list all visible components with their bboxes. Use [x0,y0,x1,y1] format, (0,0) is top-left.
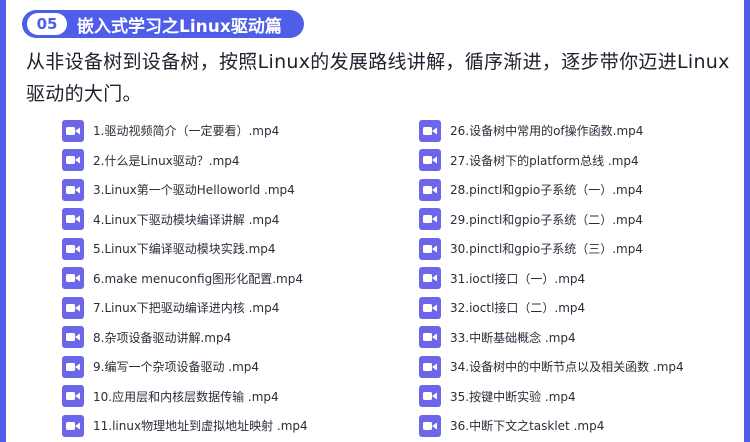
video-file-item[interactable]: 32.ioctl接口（二）.mp4 [419,293,684,323]
video-file-icon [62,414,84,437]
video-file-item[interactable]: 28.pinctl和gpio子系统（一）.mp4 [419,175,684,205]
video-file-item[interactable]: 31.ioctl接口（一）.mp4 [419,264,684,294]
file-name: 29.pinctl和gpio子系统（二）.mp4 [450,212,643,227]
video-file-icon [62,237,84,260]
file-name: 30.pinctl和gpio子系统（三）.mp4 [450,242,643,257]
file-list-left: 1.驱动视频简介（一定要看）.mp4 2.什么是Linux驱动？.mp4 3.Lin… [62,116,308,441]
video-file-icon [62,178,84,201]
file-name: 8.杂项设备驱动讲解.mp4 [93,330,232,345]
video-file-icon [419,119,441,142]
file-name: 36.中断下文之tasklet .mp4 [450,419,605,434]
video-file-icon [419,326,441,349]
left-border [0,0,6,442]
video-file-icon [419,355,441,378]
video-file-icon [419,178,441,201]
video-file-item[interactable]: 2.什么是Linux驱动？.mp4 [62,146,308,176]
video-file-icon [419,267,441,290]
video-file-item[interactable]: 26.设备树中常用的of操作函数.mp4 [419,116,684,146]
video-file-icon [62,355,84,378]
video-file-item[interactable]: 27.设备树下的platform总线 .mp4 [419,146,684,176]
video-file-icon [62,267,84,290]
file-name: 33.中断基础概念 .mp4 [450,330,576,345]
video-file-item[interactable]: 8.杂项设备驱动讲解.mp4 [62,323,308,353]
file-name: 10.应用层和内核层数据传输 .mp4 [93,389,279,404]
video-file-item[interactable]: 7.Linux下把驱动编译进内核 .mp4 [62,293,308,323]
file-name: 5.Linux下编译驱动模块实践.mp4 [93,242,276,257]
video-file-item[interactable]: 5.Linux下编译驱动模块实践.mp4 [62,234,308,264]
video-file-icon [62,296,84,319]
video-file-icon [419,237,441,260]
file-name: 28.pinctl和gpio子系统（一）.mp4 [450,183,643,198]
video-file-icon [62,208,84,231]
video-file-item[interactable]: 10.应用层和内核层数据传输 .mp4 [62,382,308,412]
video-file-icon [62,385,84,408]
file-name: 31.ioctl接口（一）.mp4 [450,271,586,286]
video-file-item[interactable]: 3.Linux第一个驱动Helloworld .mp4 [62,175,308,205]
section-header: 05 嵌入式学习之Linux驱动篇 [22,10,304,38]
file-name: 27.设备树下的platform总线 .mp4 [450,153,639,168]
file-name: 11.linux物理地址到虚拟地址映射 .mp4 [93,419,308,434]
video-file-item[interactable]: 11.linux物理地址到虚拟地址映射 .mp4 [62,411,308,441]
video-file-item[interactable]: 30.pinctl和gpio子系统（三）.mp4 [419,234,684,264]
video-file-icon [419,296,441,319]
video-file-icon [419,208,441,231]
video-file-item[interactable]: 29.pinctl和gpio子系统（二）.mp4 [419,205,684,235]
file-list-right: 26.设备树中常用的of操作函数.mp4 27.设备树下的platform总线 .… [419,116,684,441]
video-file-icon [62,149,84,172]
file-name: 1.驱动视频简介（一定要看）.mp4 [93,124,280,139]
file-name: 32.ioctl接口（二）.mp4 [450,301,586,316]
section-description: 从非设备树到设备树，按照Linux的发展路线讲解，循序渐进，逐步带你迈进Linu… [26,51,730,105]
file-name: 26.设备树中常用的of操作函数.mp4 [450,124,644,139]
video-file-item[interactable]: 1.驱动视频简介（一定要看）.mp4 [62,116,308,146]
video-file-item[interactable]: 34.设备树中的中断节点以及相关函数 .mp4 [419,352,684,382]
file-name: 35.按键中断实验 .mp4 [450,389,576,404]
file-name: 4.Linux下驱动模块编译讲解 .mp4 [93,212,280,227]
video-file-item[interactable]: 4.Linux下驱动模块编译讲解 .mp4 [62,205,308,235]
video-file-icon [62,326,84,349]
right-border [744,0,750,442]
video-file-icon [419,385,441,408]
file-name: 2.什么是Linux驱动？.mp4 [93,153,240,168]
file-name: 34.设备树中的中断节点以及相关函数 .mp4 [450,360,684,375]
video-file-item[interactable]: 35.按键中断实验 .mp4 [419,382,684,412]
video-file-item[interactable]: 6.make menuconfig图形化配置.mp4 [62,264,308,294]
section-number: 05 [27,13,67,35]
video-file-item[interactable]: 33.中断基础概念 .mp4 [419,323,684,353]
file-name: 9.编写一个杂项设备驱动 .mp4 [93,360,260,375]
video-file-icon [62,119,84,142]
video-file-icon [419,414,441,437]
video-file-icon [419,149,441,172]
video-file-item[interactable]: 36.中断下文之tasklet .mp4 [419,411,684,441]
file-name: 7.Linux下把驱动编译进内核 .mp4 [93,301,280,316]
file-name: 3.Linux第一个驱动Helloworld .mp4 [93,183,295,198]
video-file-item[interactable]: 9.编写一个杂项设备驱动 .mp4 [62,352,308,382]
file-name: 6.make menuconfig图形化配置.mp4 [93,271,303,286]
section-title: 嵌入式学习之Linux驱动篇 [77,16,282,37]
